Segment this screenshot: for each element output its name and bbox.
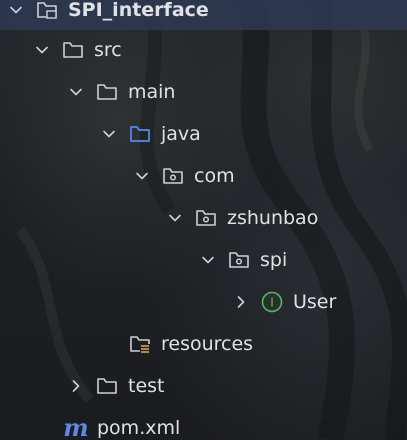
chevron-down-icon[interactable] (163, 206, 187, 230)
tree-item-label: zshunbao (227, 207, 319, 229)
chevron-down-icon[interactable] (97, 122, 121, 146)
project-tree: SPI_interface src main java com zshunbao… (0, 0, 407, 440)
chevron-down-icon[interactable] (130, 164, 154, 188)
maven-icon: m (63, 415, 89, 440)
tree-item-zshunbao[interactable]: zshunbao (0, 199, 407, 237)
folder-icon (60, 37, 86, 63)
chevron-down-icon[interactable] (30, 38, 54, 62)
tree-item-label: User (293, 291, 337, 313)
chevron-right-icon[interactable] (229, 290, 253, 314)
source-root-folder-icon (127, 121, 153, 147)
tree-item-com[interactable]: com (0, 157, 407, 195)
tree-item-label: main (128, 81, 176, 103)
chevron-down-icon[interactable] (196, 248, 220, 272)
tree-item-label: java (161, 123, 201, 145)
tree-item-src[interactable]: src (0, 31, 407, 69)
tree-item-label: src (94, 39, 122, 61)
tree-item-spi[interactable]: spi (0, 241, 407, 279)
module-folder-icon (34, 0, 60, 23)
tree-item-resources[interactable]: resources (0, 325, 407, 363)
chevron-right-icon[interactable] (64, 374, 88, 398)
package-icon (160, 163, 186, 189)
folder-icon (94, 373, 120, 399)
tree-item-label: com (194, 165, 235, 187)
tree-item-test[interactable]: test (0, 367, 407, 405)
tree-item-label: SPI_interface (68, 0, 209, 21)
tree-item-label: pom.xml (97, 417, 181, 439)
tree-item-label: spi (260, 249, 288, 271)
tree-item-label: test (128, 375, 165, 397)
interface-icon-letter: I (270, 296, 274, 310)
tree-item-java[interactable]: java (0, 115, 407, 153)
resources-folder-icon (127, 331, 153, 357)
chevron-down-icon[interactable] (4, 0, 28, 22)
tree-item-pom-xml[interactable]: m pom.xml (0, 409, 407, 440)
maven-icon-letter: m (63, 413, 89, 440)
tree-item-label: resources (161, 333, 254, 355)
tree-item-spi-interface[interactable]: SPI_interface (0, 0, 407, 30)
package-icon (193, 205, 219, 231)
package-icon (226, 247, 252, 273)
tree-item-main[interactable]: main (0, 73, 407, 111)
chevron-down-icon[interactable] (64, 80, 88, 104)
interface-icon: I (259, 289, 285, 315)
folder-icon (94, 79, 120, 105)
tree-item-user[interactable]: I User (0, 283, 407, 321)
